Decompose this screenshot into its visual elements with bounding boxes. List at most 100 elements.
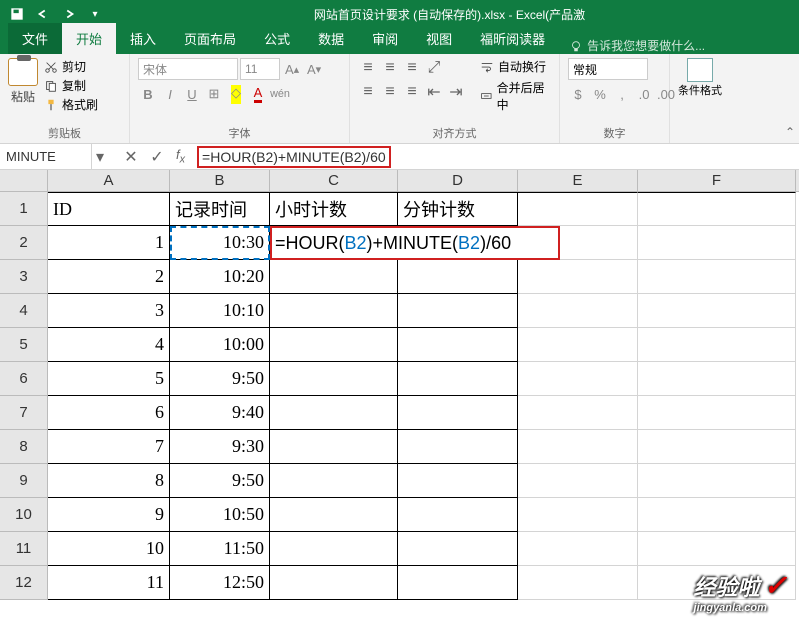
row-header-2[interactable]: 2 bbox=[0, 226, 48, 260]
underline-button[interactable]: U bbox=[182, 84, 202, 104]
bold-button[interactable]: B bbox=[138, 84, 158, 104]
row-header-11[interactable]: 11 bbox=[0, 532, 48, 566]
cell-B11[interactable]: 11:50 bbox=[170, 532, 270, 566]
align-right-button[interactable]: ≡ bbox=[402, 82, 422, 102]
cell-A10[interactable]: 9 bbox=[48, 498, 170, 532]
col-header-F[interactable]: F bbox=[638, 170, 796, 191]
cell-B7[interactable]: 9:40 bbox=[170, 396, 270, 430]
redo-button[interactable] bbox=[58, 3, 80, 25]
row-header-7[interactable]: 7 bbox=[0, 396, 48, 430]
cell-D5[interactable] bbox=[398, 328, 518, 362]
cell-B12[interactable]: 12:50 bbox=[170, 566, 270, 600]
col-header-A[interactable]: A bbox=[48, 170, 170, 191]
col-header-E[interactable]: E bbox=[518, 170, 638, 191]
cell-E11[interactable] bbox=[518, 532, 638, 566]
tab-review[interactable]: 审阅 bbox=[358, 23, 412, 54]
cell-D4[interactable] bbox=[398, 294, 518, 328]
font-color-button[interactable]: A bbox=[248, 84, 268, 104]
name-box[interactable]: MINUTE bbox=[0, 144, 92, 169]
cell-B5[interactable]: 10:00 bbox=[170, 328, 270, 362]
row-header-9[interactable]: 9 bbox=[0, 464, 48, 498]
cell-E1[interactable] bbox=[518, 192, 638, 226]
tab-insert[interactable]: 插入 bbox=[116, 23, 170, 54]
merge-center-button[interactable]: 合并后居中 bbox=[480, 79, 551, 113]
align-center-button[interactable]: ≡ bbox=[380, 82, 400, 102]
cell-F6[interactable] bbox=[638, 362, 796, 396]
increase-font-button[interactable]: A▴ bbox=[282, 59, 302, 79]
cell-C10[interactable] bbox=[270, 498, 398, 532]
cell-C7[interactable] bbox=[270, 396, 398, 430]
cell-A2[interactable]: 1 bbox=[48, 226, 170, 260]
wrap-text-button[interactable]: 自动换行 bbox=[480, 58, 551, 75]
cell-B8[interactable]: 9:30 bbox=[170, 430, 270, 464]
cell-D11[interactable] bbox=[398, 532, 518, 566]
font-size-select[interactable]: 11 bbox=[240, 58, 280, 80]
cell-C4[interactable] bbox=[270, 294, 398, 328]
copy-button[interactable]: 复制 bbox=[44, 77, 98, 94]
cell-D8[interactable] bbox=[398, 430, 518, 464]
increase-decimal-button[interactable]: .0 bbox=[634, 84, 654, 104]
cell-C6[interactable] bbox=[270, 362, 398, 396]
cell-E12[interactable] bbox=[518, 566, 638, 600]
cell-D7[interactable] bbox=[398, 396, 518, 430]
row-header-12[interactable]: 12 bbox=[0, 566, 48, 600]
cell-C11[interactable] bbox=[270, 532, 398, 566]
decrease-font-button[interactable]: A▾ bbox=[304, 59, 324, 79]
decrease-indent-button[interactable]: ⇤ bbox=[424, 82, 444, 102]
cell-A11[interactable]: 10 bbox=[48, 532, 170, 566]
cell-C3[interactable] bbox=[270, 260, 398, 294]
align-left-button[interactable]: ≡ bbox=[358, 82, 378, 102]
cell-F1[interactable] bbox=[638, 192, 796, 226]
currency-button[interactable]: $ bbox=[568, 84, 588, 104]
cell-F9[interactable] bbox=[638, 464, 796, 498]
cell-F5[interactable] bbox=[638, 328, 796, 362]
border-button[interactable]: ⊞ bbox=[204, 84, 224, 104]
row-header-8[interactable]: 8 bbox=[0, 430, 48, 464]
comma-button[interactable]: , bbox=[612, 84, 632, 104]
cell-A4[interactable]: 3 bbox=[48, 294, 170, 328]
row-header-3[interactable]: 3 bbox=[0, 260, 48, 294]
col-header-B[interactable]: B bbox=[170, 170, 270, 191]
row-header-6[interactable]: 6 bbox=[0, 362, 48, 396]
cut-button[interactable]: 剪切 bbox=[44, 58, 98, 75]
cell-A1[interactable]: ID bbox=[48, 192, 170, 226]
row-header-10[interactable]: 10 bbox=[0, 498, 48, 532]
font-name-select[interactable]: 宋体 bbox=[138, 58, 238, 80]
cell-E6[interactable] bbox=[518, 362, 638, 396]
cell-A3[interactable]: 2 bbox=[48, 260, 170, 294]
row-header-4[interactable]: 4 bbox=[0, 294, 48, 328]
cell-F11[interactable] bbox=[638, 532, 796, 566]
align-top-button[interactable]: ≡ bbox=[358, 58, 378, 78]
row-header-5[interactable]: 5 bbox=[0, 328, 48, 362]
cell-F10[interactable] bbox=[638, 498, 796, 532]
cell-E5[interactable] bbox=[518, 328, 638, 362]
save-button[interactable] bbox=[6, 3, 28, 25]
cell-A5[interactable]: 4 bbox=[48, 328, 170, 362]
cell-C5[interactable] bbox=[270, 328, 398, 362]
italic-button[interactable]: I bbox=[160, 84, 180, 104]
cell-E8[interactable] bbox=[518, 430, 638, 464]
phonetic-button[interactable]: wén bbox=[270, 84, 290, 104]
align-bottom-button[interactable]: ≡ bbox=[402, 58, 422, 78]
cell-E9[interactable] bbox=[518, 464, 638, 498]
cell-F7[interactable] bbox=[638, 396, 796, 430]
cell-C8[interactable] bbox=[270, 430, 398, 464]
tab-foxit[interactable]: 福昕阅读器 bbox=[466, 23, 559, 54]
cell-B9[interactable]: 9:50 bbox=[170, 464, 270, 498]
cell-F2[interactable] bbox=[638, 226, 796, 260]
tab-formulas[interactable]: 公式 bbox=[250, 23, 304, 54]
cell-A9[interactable]: 8 bbox=[48, 464, 170, 498]
percent-button[interactable]: % bbox=[590, 84, 610, 104]
cell-B1[interactable]: 记录时间 bbox=[170, 192, 270, 226]
fill-color-button[interactable]: ◇ bbox=[226, 84, 246, 104]
cell-E7[interactable] bbox=[518, 396, 638, 430]
tab-view[interactable]: 视图 bbox=[412, 23, 466, 54]
qat-customize[interactable]: ▾ bbox=[84, 3, 106, 25]
cell-C1[interactable]: 小时计数 bbox=[270, 192, 398, 226]
cell-B6[interactable]: 9:50 bbox=[170, 362, 270, 396]
cell-E3[interactable] bbox=[518, 260, 638, 294]
cell-B3[interactable]: 10:20 bbox=[170, 260, 270, 294]
col-header-D[interactable]: D bbox=[398, 170, 518, 191]
cell-C12[interactable] bbox=[270, 566, 398, 600]
cell-A12[interactable]: 11 bbox=[48, 566, 170, 600]
